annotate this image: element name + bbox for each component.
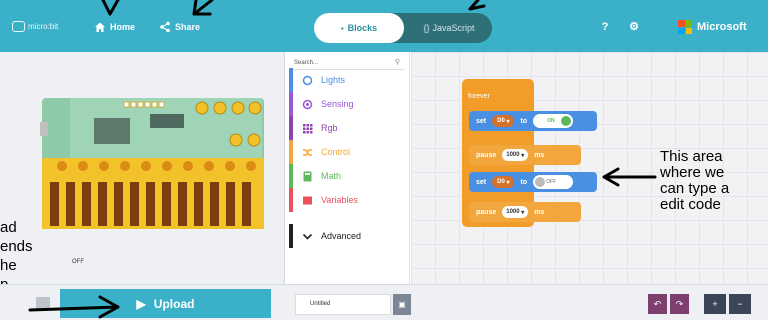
zoom-group: + −: [704, 294, 751, 314]
toolbox: Search... ⚲ Lights Sensing Rgb Control M…: [286, 52, 410, 284]
to-label: to: [520, 178, 528, 186]
microsoft-logo[interactable]: Microsoft: [678, 17, 747, 37]
toggle-knob: [561, 116, 572, 126]
category-math[interactable]: Math: [289, 164, 407, 188]
toggle-state: ON: [547, 118, 555, 124]
project-name-input[interactable]: Untitled: [295, 294, 391, 315]
pin-dropdown[interactable]: D0 ▾: [492, 115, 515, 127]
pin-state-label: OFF: [72, 259, 84, 265]
target-icon: [301, 98, 314, 111]
category-label: Math: [321, 171, 342, 181]
category-sensing[interactable]: Sensing: [289, 92, 407, 116]
microsoft-squares-icon: [678, 20, 692, 34]
pause-value: 1000: [506, 209, 520, 215]
category-control[interactable]: Control: [289, 140, 407, 164]
top-bar: micro:bit Home Share ▪ Blocks {} JavaScr…: [0, 0, 768, 52]
microsoft-label: Microsoft: [697, 21, 747, 33]
brand-text: micro:bit: [28, 22, 59, 31]
set-pin-block[interactable]: set D0 ▾ to OFF: [469, 172, 597, 192]
category-variables[interactable]: Variables: [289, 188, 407, 212]
upload-label: Upload: [153, 296, 195, 311]
category-rgb[interactable]: Rgb: [289, 116, 407, 140]
pin-dropdown[interactable]: D0 ▾: [492, 176, 515, 188]
pause-label: pause: [476, 208, 497, 216]
shuffle-icon: [301, 146, 314, 159]
on-toggle[interactable]: ON: [533, 114, 574, 128]
set-label: set: [476, 178, 487, 186]
home-button[interactable]: Home: [94, 19, 135, 35]
pause-block[interactable]: pause 1000 ▾ ms: [469, 202, 581, 222]
pause-block[interactable]: pause 1000 ▾ ms: [469, 145, 581, 165]
annotation-upload-note: ad ends he p: [0, 219, 33, 293]
category-label: Rgb: [321, 123, 338, 133]
upload-button[interactable]: ▶ Upload: [60, 289, 271, 318]
off-toggle[interactable]: OFF: [533, 175, 574, 189]
home-label: Home: [110, 22, 136, 32]
zoom-in-button[interactable]: +: [704, 294, 726, 314]
pin-value: D0: [497, 118, 505, 124]
redo-button[interactable]: ↷: [670, 294, 689, 314]
search-placeholder: Search...: [294, 60, 319, 66]
ms-label: ms: [534, 208, 545, 216]
zoom-out-button[interactable]: −: [729, 294, 751, 314]
javascript-tab[interactable]: {} JavaScript: [406, 13, 492, 43]
board-simulator[interactable]: [40, 96, 272, 229]
calculator-icon: [301, 170, 314, 183]
share-button[interactable]: Share: [159, 19, 200, 35]
category-lights[interactable]: Lights: [289, 68, 407, 92]
pin-value: D0: [497, 179, 505, 185]
toggle-knob: [535, 177, 546, 187]
play-icon: ▶: [136, 296, 146, 311]
toggle-state: OFF: [546, 179, 557, 185]
category-label: Lights: [321, 75, 346, 85]
grid-icon: [301, 122, 314, 135]
share-icon: [160, 21, 170, 33]
undo-button[interactable]: ↶: [648, 294, 667, 314]
category-label: Control: [321, 147, 351, 157]
microbit-logo-icon: [12, 21, 25, 32]
gear-icon[interactable]: ⚙: [627, 20, 641, 34]
share-label: Share: [175, 22, 201, 32]
simulator-panel: OFF ■ ↻ ⧉ ✕: [0, 52, 285, 320]
pause-value-dropdown[interactable]: 1000 ▾: [502, 206, 529, 218]
category-label: Variables: [321, 195, 358, 205]
editor-toggle: ▪ Blocks {} JavaScript: [314, 13, 492, 43]
annotation-workspace-note: This area where we can type a edit code: [660, 148, 730, 213]
category-label: Advanced: [321, 231, 362, 241]
home-icon: [95, 22, 105, 32]
circle-icon: [301, 74, 314, 87]
set-pin-block[interactable]: set D0 ▾ to ON: [469, 111, 597, 131]
puzzle-icon: ▪: [340, 23, 344, 33]
category-advanced[interactable]: Advanced: [289, 224, 407, 248]
blocks-label: Blocks: [347, 23, 378, 33]
list-icon: [301, 194, 314, 207]
undo-redo-group: ↶ ↷: [648, 294, 689, 314]
code-icon: {}: [423, 23, 430, 33]
to-label: to: [520, 117, 528, 125]
help-icon[interactable]: ?: [598, 20, 612, 34]
save-button[interactable]: ▣: [393, 294, 411, 315]
collapse-simulator-button[interactable]: [36, 297, 50, 309]
ms-label: ms: [534, 151, 545, 159]
category-label: Sensing: [321, 99, 354, 109]
forever-label: forever: [468, 93, 490, 100]
set-label: set: [476, 117, 487, 125]
pause-value: 1000: [506, 152, 520, 158]
bottom-bar: ▶ Upload Untitled ▣ ↶ ↷ + −: [0, 284, 768, 320]
javascript-label: JavaScript: [432, 23, 475, 33]
chevron-down-icon: [301, 230, 314, 243]
pause-label: pause: [476, 151, 497, 159]
brand-logo[interactable]: micro:bit: [12, 19, 58, 35]
pause-value-dropdown[interactable]: 1000 ▾: [502, 149, 529, 161]
blocks-tab[interactable]: ▪ Blocks: [314, 13, 404, 43]
